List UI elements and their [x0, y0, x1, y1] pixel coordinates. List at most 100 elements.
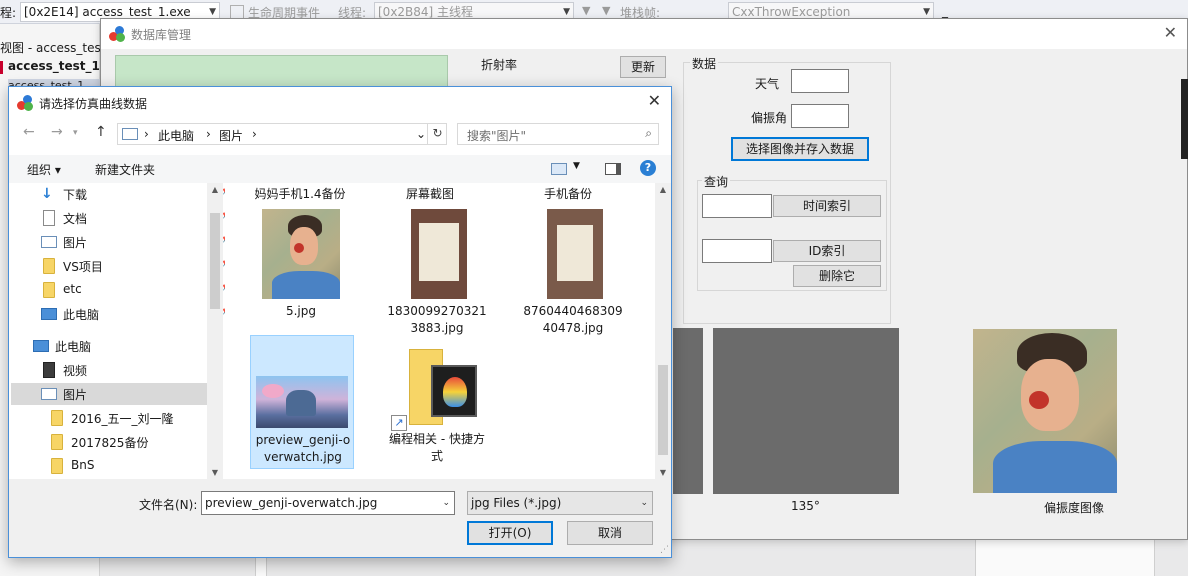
- filename-input[interactable]: preview_genji-overwatch.jpg ⌄: [201, 491, 455, 515]
- vs-panel: [975, 540, 1155, 576]
- sidebar-item-label: 图片: [63, 388, 88, 402]
- sidebar-item-pictures-selected[interactable]: 图片: [11, 383, 207, 405]
- chevron-down-icon: ⌄: [640, 498, 648, 508]
- organize-button[interactable]: 组织 ▾: [27, 161, 61, 178]
- chevron-down-icon[interactable]: ⌄: [442, 492, 450, 514]
- project-marker: [0, 61, 3, 74]
- weather-input[interactable]: [791, 69, 849, 93]
- file-type-select[interactable]: jpg Files (*.jpg) ⌄: [467, 491, 653, 515]
- help-icon[interactable]: ?: [640, 160, 656, 176]
- chevron-down-icon[interactable]: ▼: [573, 161, 580, 171]
- dialog-footer: 文件名(N): preview_genji-overwatch.jpg ⌄ jp…: [9, 479, 671, 557]
- id-index-button[interactable]: ID索引: [773, 240, 881, 262]
- search-icon: ⌕: [645, 126, 652, 140]
- scrollbar-thumb[interactable]: [210, 213, 220, 309]
- angle-135-label: 135°: [791, 499, 820, 513]
- close-icon[interactable]: ✕: [1164, 23, 1177, 42]
- app-icon: [109, 26, 125, 42]
- group-header: 手机备份: [543, 187, 592, 201]
- file-name: 编程相关 - 快捷方式: [389, 432, 485, 463]
- up-icon[interactable]: ↑: [95, 124, 107, 140]
- filter-icon[interactable]: ▼: [582, 4, 590, 17]
- project-name[interactable]: access_test_1: [8, 59, 100, 73]
- preview-pane-icon[interactable]: [605, 163, 621, 175]
- view-options-icon[interactable]: [551, 163, 567, 175]
- id-query-input[interactable]: [702, 239, 772, 263]
- select-image-store-button[interactable]: 选择图像并存入数据: [731, 137, 869, 161]
- file-name: 18300992703213883.jpg: [387, 304, 487, 335]
- filter-icon[interactable]: ▼: [602, 4, 610, 17]
- new-folder-button[interactable]: 新建文件夹: [95, 161, 155, 178]
- image-thumbnail: [256, 376, 348, 428]
- dialog-toolbar: 组织 ▾ 新建文件夹 ▼ ?: [9, 155, 671, 183]
- lifecycle-icon: [230, 5, 244, 19]
- stack-frame-value: CxxThrowException: [732, 5, 851, 19]
- file-name: preview_genji-overwatch.jpg: [255, 433, 351, 464]
- scrollbar-thumb[interactable]: [658, 365, 668, 455]
- scroll-up-icon[interactable]: ▲: [655, 185, 671, 194]
- breadcrumb-pictures[interactable]: 图片: [219, 127, 243, 144]
- recent-locations-icon[interactable]: ▾: [73, 128, 78, 138]
- weather-label: 天气: [755, 77, 780, 91]
- sidebar-item-label: 下载: [63, 188, 88, 202]
- db-titlebar: 数据库管理 ✕: [101, 19, 1187, 49]
- db-window-title: 数据库管理: [131, 28, 192, 42]
- polarization-image-label: 偏振度图像: [1044, 501, 1105, 515]
- polar-angle-input[interactable]: [791, 104, 849, 128]
- nav-scrollbar[interactable]: ▲ ▼: [207, 183, 223, 479]
- filename-label: 文件名(N):: [139, 498, 198, 512]
- folder-icon: [51, 434, 63, 450]
- polar-angle-label: 偏振角: [751, 111, 788, 125]
- breadcrumb-this-pc[interactable]: 此电脑: [158, 127, 194, 144]
- files-scrollbar-track[interactable]: ▲ ▼: [655, 183, 671, 479]
- chevron-down-icon[interactable]: ⌄: [416, 127, 426, 141]
- time-index-button[interactable]: 时间索引: [773, 195, 881, 217]
- image-thumbnail: [547, 209, 603, 299]
- time-query-input[interactable]: [702, 194, 772, 218]
- image-panel-135: [713, 328, 899, 494]
- sidebar-item-label: VS项目: [63, 260, 103, 274]
- process-value: [0x2E14] access_test_1.exe: [24, 5, 191, 19]
- file-item[interactable]: 876044046830940478.jpg: [521, 207, 625, 341]
- data-group-label: 数据: [690, 55, 719, 72]
- cancel-button[interactable]: 取消: [567, 521, 653, 545]
- app-icon: [17, 95, 33, 111]
- sidebar-item-label: 视频: [63, 364, 88, 378]
- file-name: 5.jpg: [285, 304, 317, 318]
- scroll-down-icon[interactable]: ▼: [207, 468, 223, 477]
- close-icon[interactable]: ✕: [648, 91, 661, 110]
- thread-value: [0x2B84] 主线程: [378, 5, 474, 19]
- pictures-icon: [122, 128, 138, 140]
- sidebar-item-label: BnS: [71, 458, 95, 472]
- sidebar-item-label: 文档: [63, 212, 88, 226]
- shortcut-arrow-icon: ↗: [391, 415, 407, 431]
- scroll-up-icon[interactable]: ▲: [207, 185, 223, 194]
- search-input[interactable]: 搜索"图片" ⌕: [457, 123, 659, 145]
- refraction-label: 折射率: [481, 58, 518, 72]
- scroll-down-icon[interactable]: ▼: [655, 468, 671, 477]
- file-item[interactable]: 5.jpg: [249, 207, 353, 341]
- update-button[interactable]: 更新: [620, 56, 666, 78]
- toolbar-underscore: _: [942, 4, 948, 18]
- open-file-dialog: 请选择仿真曲线数据 ✕ ← → ▾ ↑ › 此电脑 › 图片 › ⌄ ↻ 搜索"…: [8, 86, 672, 558]
- group-header: 妈妈手机1.4备份: [254, 187, 346, 201]
- file-item[interactable]: 18300992703213883.jpg: [385, 207, 489, 341]
- process-label: 程:: [0, 6, 17, 20]
- back-icon[interactable]: ←: [23, 124, 35, 140]
- forward-icon[interactable]: →: [51, 124, 63, 140]
- document-icon: [43, 210, 55, 226]
- open-button[interactable]: 打开(O): [467, 521, 553, 545]
- folder-icon: [51, 410, 63, 426]
- sidebar-item-this-pc[interactable]: 此电脑: [29, 335, 229, 357]
- delete-button[interactable]: 删除它: [793, 265, 881, 287]
- resize-grip-icon[interactable]: ⋰: [660, 545, 669, 555]
- group-header: 屏幕截图: [405, 187, 454, 201]
- refresh-icon[interactable]: ↻: [427, 123, 447, 145]
- breadcrumb-separator: ›: [252, 127, 257, 141]
- image-thumbnail: [411, 209, 467, 299]
- file-item[interactable]: ↗ 编程相关 - 快捷方式: [385, 335, 489, 469]
- address-bar[interactable]: › 此电脑 › 图片 › ⌄: [117, 123, 447, 145]
- search-placeholder: 搜索"图片": [467, 129, 527, 143]
- file-item-selected[interactable]: preview_genji-overwatch.jpg: [250, 335, 354, 469]
- navigation-pane: ↓ 下载 📌 文档 📌 图片 📌 VS项目 📌 etc 📌 此电脑 📌: [9, 183, 233, 479]
